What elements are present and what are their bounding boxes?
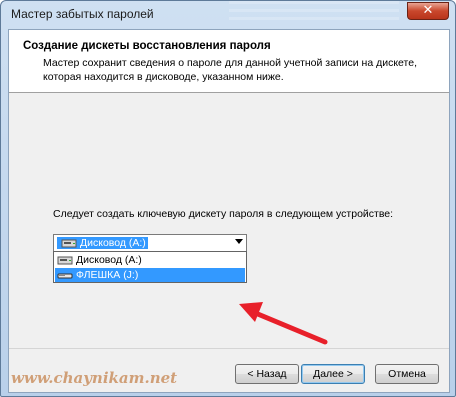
next-button[interactable]: Далее > [301,364,365,384]
dropdown-option-floppy[interactable]: Дисковод (A:) [55,253,245,267]
wizard-header: Создание дискеты восстановления пароля М… [9,30,449,93]
back-button[interactable]: < Назад [235,364,299,384]
dropdown-option-label: Дисковод (A:) [76,254,142,266]
annotation-arrow-icon [239,302,328,345]
cancel-button[interactable]: Отмена [375,364,439,384]
device-dropdown-list[interactable]: Дисковод (A:) ФЛЕШКА (J:) [53,251,247,283]
chevron-down-icon[interactable] [235,239,243,244]
dropdown-option-label: ФЛЕШКА (J:) [76,269,139,281]
floppy-drive-icon [61,239,77,248]
footer-divider [9,348,449,349]
page-description: Мастер сохранит сведения о пароле для да… [43,57,417,83]
page-title: Создание дискеты восстановления пароля [23,40,271,52]
dropdown-option-flash[interactable]: ФЛЕШКА (J:) [55,268,245,282]
background-window-blur [229,1,399,25]
title-bar[interactable]: Мастер забытых паролей ✕ [1,1,455,27]
wizard-body: Создание дискеты восстановления пароля М… [8,29,450,393]
combobox-selected-value: Дисковод (A:) [57,237,148,249]
removable-drive-icon [57,273,73,279]
site-watermark: www.chaynikam.net [11,369,178,387]
device-combobox[interactable]: Дисковод (A:) [53,234,247,252]
combobox-selected-label: Дисковод (A:) [80,237,146,249]
floppy-drive-icon [57,256,73,265]
close-button[interactable]: ✕ [407,2,449,20]
window-title: Мастер забытых паролей [11,7,154,21]
wizard-window: Мастер забытых паролей ✕ Создание дискет… [0,0,456,397]
device-prompt-label: Следует создать ключевую дискету пароля … [53,208,394,220]
